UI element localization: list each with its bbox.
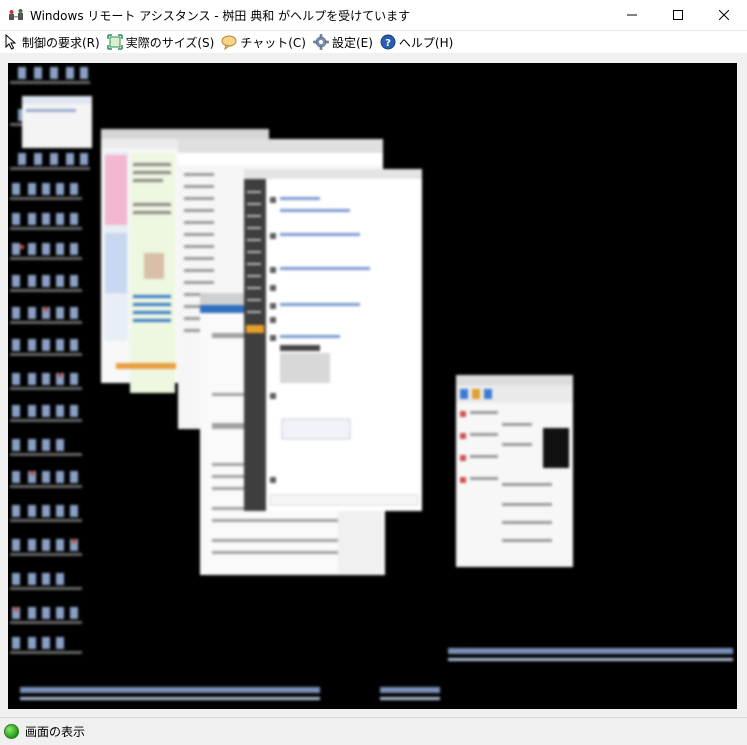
window-controls (609, 0, 747, 31)
chat-icon (221, 34, 237, 50)
window-title: Windows リモート アシスタンス - 桝田 典和 がヘルプを受けています (30, 8, 411, 23)
status-text: 画面の表示 (25, 725, 86, 739)
minimize-button[interactable] (609, 0, 655, 31)
menu-settings[interactable]: 設定(E) (313, 32, 373, 52)
close-icon (718, 9, 730, 23)
remote-desktop-screen[interactable] (8, 63, 737, 709)
status-bar: 画面の表示 (0, 717, 747, 745)
maximize-icon (673, 9, 683, 23)
minimize-icon (627, 9, 637, 23)
maximize-button[interactable] (655, 0, 701, 31)
help-icon: ? (380, 34, 396, 50)
menu-request-control[interactable]: 制御の要求(R) (3, 32, 100, 52)
title-bar: Windows リモート アシスタンス - 桝田 典和 がヘルプを受けています (0, 0, 747, 31)
close-button[interactable] (701, 0, 747, 31)
menu-chat-label: チャット(C) (240, 35, 306, 50)
remote-assistance-app-icon (8, 8, 24, 22)
menu-actual-size-label: 実際のサイズ(S) (125, 35, 215, 50)
connection-status-icon (4, 724, 19, 739)
menu-actual-size[interactable]: 実際のサイズ(S) (106, 32, 215, 52)
menu-help-label: ヘルプ(H) (398, 35, 454, 50)
menu-request-control-label: 制御の要求(R) (22, 35, 100, 50)
actual-size-icon (106, 34, 123, 50)
menu-bar: 制御の要求(R) 実際のサイズ(S) チャット(C) 設定(E) ? ヘルプ(H… (0, 31, 747, 53)
menu-chat[interactable]: チャット(C) (221, 32, 306, 52)
menu-help[interactable]: ? ヘルプ(H) (380, 32, 453, 52)
remote-viewport (0, 53, 747, 717)
menu-settings-label: 設定(E) (331, 35, 373, 50)
settings-gear-icon (313, 34, 329, 50)
svg-text:?: ? (385, 38, 391, 49)
control-request-icon (3, 34, 19, 50)
